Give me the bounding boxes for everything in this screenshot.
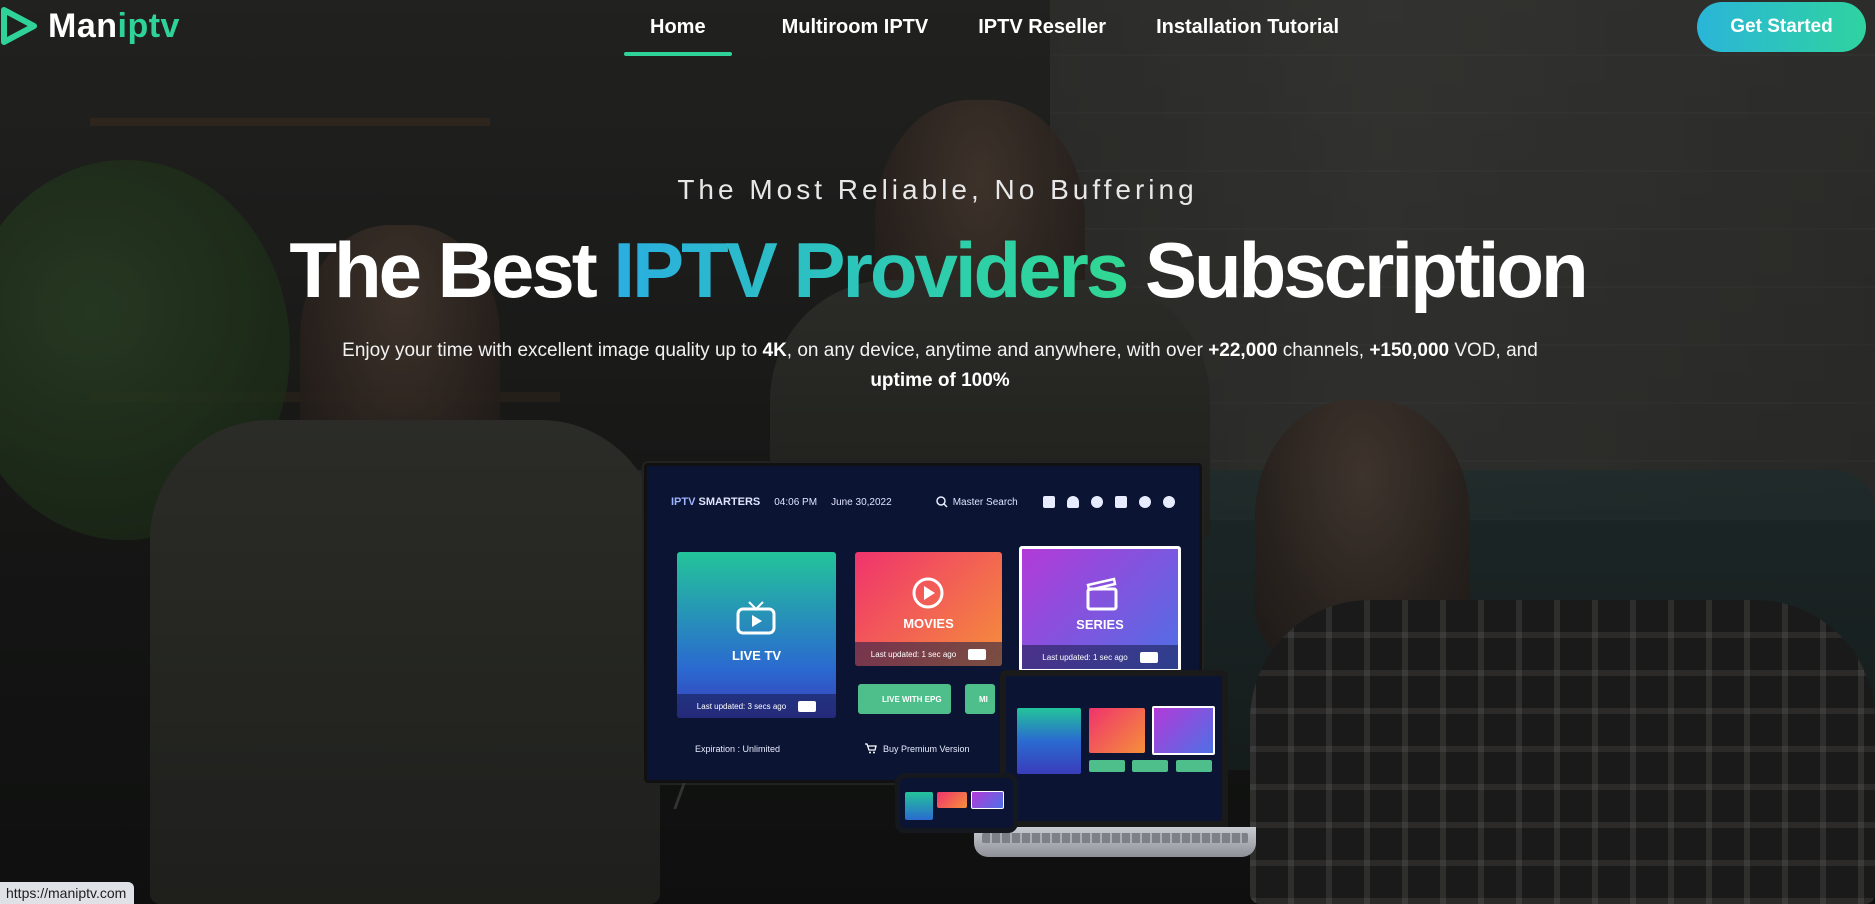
desc-4k: 4K	[762, 340, 787, 361]
user-icon	[1091, 496, 1103, 508]
clapper-icon	[1086, 577, 1118, 611]
hero-description: Enjoy your time with excellent image qua…	[240, 336, 1640, 396]
nav-iptv-reseller[interactable]: IPTV Reseller	[978, 0, 1106, 56]
phone-mockup	[895, 773, 1018, 833]
tv-brand: IPTV SMARTERS	[671, 496, 760, 508]
phone-tile-live	[905, 792, 933, 820]
nav-multiroom-iptv[interactable]: Multiroom IPTV	[782, 0, 929, 56]
play-logo-icon	[1, 7, 37, 45]
tv-buy-label: Buy Premium Version	[883, 743, 970, 754]
phone-tile-series	[971, 791, 1004, 809]
refresh-icon	[798, 700, 817, 712]
laptop-tile-live	[1017, 708, 1081, 774]
tv-search-label: Master Search	[952, 496, 1018, 508]
site-logo[interactable]: Maniptv	[0, 6, 180, 46]
tv-search: Master Search	[935, 496, 1018, 508]
desc-vod-count: +150,000	[1369, 340, 1450, 361]
laptop-tile-series	[1152, 706, 1215, 755]
tile-movies-footer: Last updated: 1 sec ago	[855, 642, 1002, 666]
desc-text-1: Enjoy your time with excellent image qua…	[342, 340, 763, 361]
cart-icon	[865, 743, 877, 754]
tile-movies: MOVIES Last updated: 1 sec ago	[855, 552, 1002, 666]
tv-topbar: IPTV SMARTERS 04:06 PM June 30,2022 Mast…	[671, 490, 1175, 514]
tile-live-tv-footer: Last updated: 3 secs ago	[677, 694, 836, 718]
main-nav: Home Multiroom IPTV IPTV Reseller Instal…	[624, 0, 1339, 56]
tv-toolbar-icons	[1043, 496, 1175, 508]
tile-series-updated: Last updated: 1 sec ago	[1042, 652, 1128, 662]
nav-installation-tutorial[interactable]: Installation Tutorial	[1156, 0, 1339, 56]
browser-status-url: https://maniptv.com	[0, 882, 135, 904]
headline-part-1: The Best	[289, 226, 614, 314]
tile-live-tv-label: LIVE TV	[731, 648, 782, 663]
laptop-keyboard	[974, 827, 1256, 857]
get-started-button[interactable]: Get Started	[1697, 2, 1866, 52]
desc-text-2: , on any device, anytime and anywhere, w…	[786, 340, 1209, 361]
tile-movies-updated: Last updated: 1 sec ago	[870, 649, 957, 659]
tv-date: June 30,2022	[831, 496, 892, 508]
gear-icon	[1139, 496, 1151, 508]
phone-tile-movies	[937, 792, 967, 808]
logo-text-main: Man	[48, 6, 118, 45]
desc-text-4: VOD, and	[1449, 340, 1538, 361]
nav-home[interactable]: Home	[624, 0, 732, 56]
switch-user-icon	[1163, 496, 1175, 508]
laptop-mockup	[1000, 670, 1228, 827]
tv-time: 04:06 PM	[774, 496, 818, 508]
tile-live-tv-updated: Last updated: 3 secs ago	[696, 701, 787, 711]
bell-icon	[1067, 496, 1079, 508]
tv-icon	[736, 601, 776, 635]
laptop-tile-movies	[1089, 708, 1145, 753]
search-icon	[935, 496, 948, 508]
logo-text: Maniptv	[48, 7, 180, 46]
refresh-icon	[1139, 651, 1158, 663]
tile-live-tv: LIVE TV Last updated: 3 secs ago	[677, 552, 836, 718]
laptop-tile-mini	[1089, 760, 1125, 772]
tile-live-epg: LIVE WITH EPG	[858, 684, 951, 714]
tv-brand-b: SMARTERS	[698, 496, 761, 508]
play-circle-icon	[912, 577, 944, 609]
laptop-tile-mini-2	[1132, 760, 1168, 772]
tv-expiration: Expiration : Unlimited	[695, 744, 781, 754]
headline-highlight: IPTV Providers	[613, 226, 1129, 314]
tv-brand-a: IPTV	[671, 496, 696, 508]
laptop-tile-mini-3	[1176, 760, 1212, 772]
refresh-icon	[968, 648, 987, 660]
hero-headline: The Best IPTV Providers Subscription	[0, 225, 1875, 315]
tv-buy-premium: Buy Premium Version	[865, 743, 970, 754]
tile-series-label: SERIES	[1076, 617, 1124, 632]
logo-text-accent: iptv	[117, 6, 180, 45]
video-icon	[1115, 496, 1127, 508]
tile-mi: MI	[965, 684, 995, 714]
desc-channels-count: +22,000	[1208, 340, 1278, 361]
tile-movies-label: MOVIES	[903, 616, 954, 631]
hero-eyebrow: The Most Reliable, No Buffering	[677, 174, 1198, 205]
tv-guide-icon	[1043, 496, 1055, 508]
desc-uptime: uptime of 100%	[870, 370, 1010, 391]
headline-part-3: Subscription	[1126, 226, 1589, 314]
tile-series: SERIES Last updated: 1 sec ago	[1019, 546, 1181, 672]
desc-text-3: channels,	[1277, 340, 1370, 361]
tile-series-footer: Last updated: 1 sec ago	[1022, 645, 1178, 669]
